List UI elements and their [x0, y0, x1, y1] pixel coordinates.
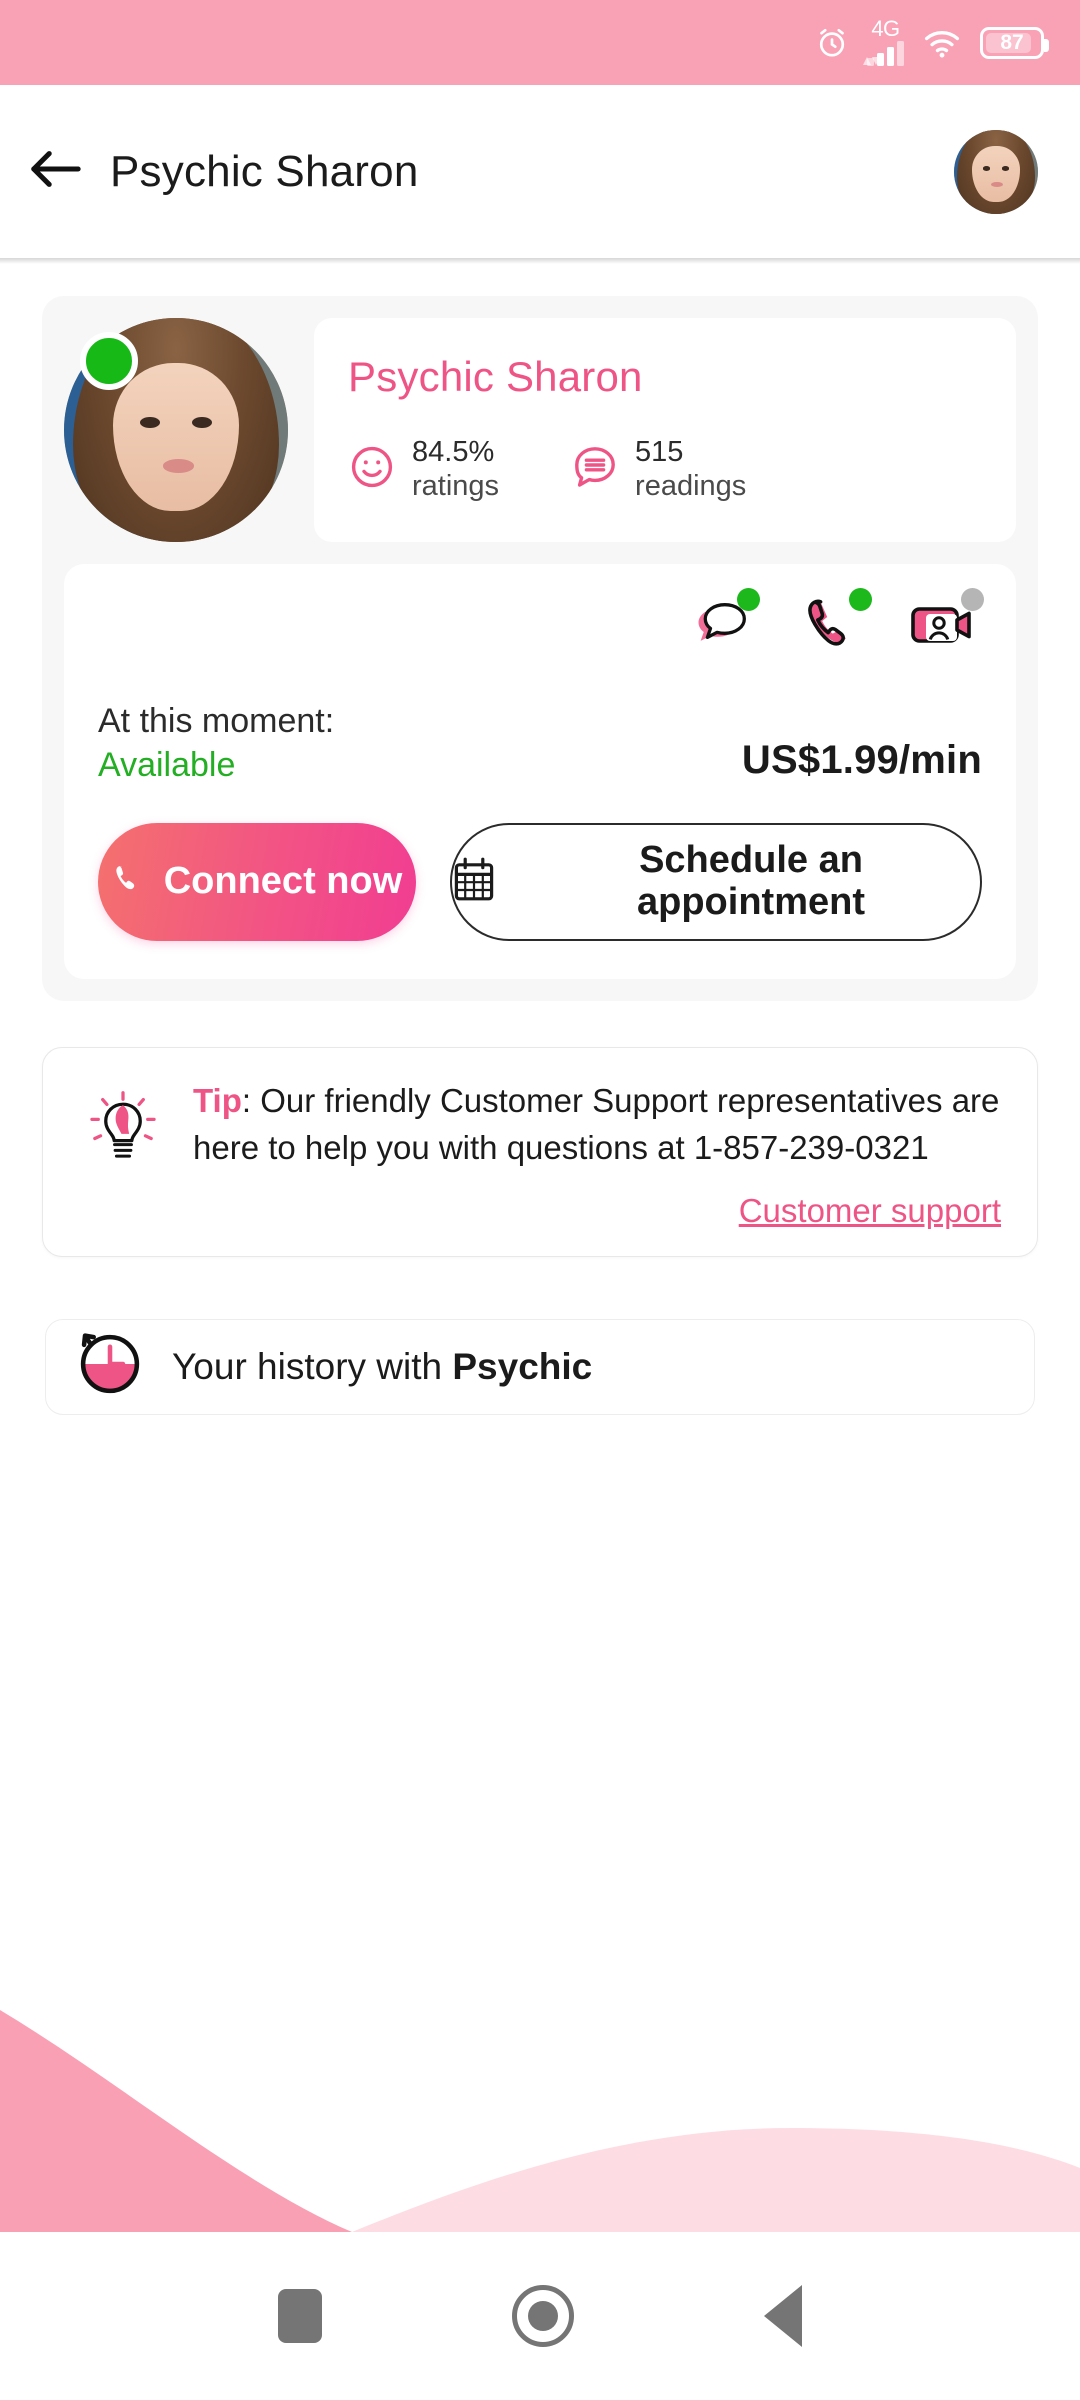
readings-label: readings: [635, 470, 747, 502]
android-nav-bar: [0, 2232, 1080, 2400]
smiley-face-icon: [348, 443, 396, 496]
readings-value: 515: [635, 435, 684, 468]
channel-icons-row: [98, 588, 984, 658]
schedule-appointment-button[interactable]: Schedule an appointment: [450, 823, 982, 942]
battery-level-label: 87: [1000, 31, 1024, 54]
main-content: Psychic Sharon 84.5% ratings 515 reading…: [0, 264, 1080, 1415]
stat-ratings: 84.5% ratings: [348, 435, 499, 503]
decorative-waves: [0, 1932, 1080, 2232]
stats-row: 84.5% ratings 515 readings: [348, 435, 982, 503]
ratings-label: ratings: [412, 470, 500, 502]
tip-text: Tip: Our friendly Customer Support repre…: [193, 1078, 1001, 1172]
alarm-clock-icon: [815, 26, 849, 60]
signal-bars-icon: 4G: [863, 15, 904, 66]
action-buttons-row: Connect now Schedule an appointment: [98, 823, 982, 942]
stat-readings: 515 readings: [571, 435, 746, 503]
square-recents-icon[interactable]: [278, 2289, 322, 2343]
status-bar: 4G 87: [0, 0, 1080, 85]
back-arrow-icon: [28, 147, 82, 196]
app-bar: Psychic Sharon: [0, 85, 1080, 264]
history-title-bold: Psychic: [452, 1345, 593, 1387]
network-type-label: 4G: [871, 15, 900, 41]
connect-now-button[interactable]: Connect now: [98, 823, 416, 942]
channel-phone[interactable]: [792, 588, 872, 658]
price-label: US$1.99/min: [741, 738, 982, 783]
schedule-appointment-label: Schedule an appointment: [637, 839, 865, 924]
tip-body: Tip: Our friendly Customer Support repre…: [193, 1078, 1001, 1230]
wave-dark: [0, 2010, 352, 2232]
customer-support-link[interactable]: Customer support: [193, 1192, 1001, 1230]
status-badge: Available: [98, 745, 236, 784]
clock-history-icon: [74, 1328, 146, 1405]
lightbulb-icon: [79, 1078, 167, 1230]
chat-lines-icon: [571, 443, 619, 496]
channel-chat[interactable]: [680, 588, 760, 658]
online-status-dot: [80, 332, 138, 390]
profile-stats-card: Psychic Sharon 84.5% ratings 515 reading…: [314, 318, 1016, 542]
availability-card: At this moment: Available US$1.99/min Co…: [64, 564, 1016, 980]
moment-label: At this moment:: [98, 702, 335, 740]
back-button[interactable]: [0, 147, 110, 196]
profile-card: Psychic Sharon 84.5% ratings 515 reading…: [42, 296, 1038, 1002]
circle-home-icon[interactable]: [512, 2285, 574, 2347]
availability-status-block: At this moment: Available: [98, 700, 334, 787]
psychic-name: Psychic Sharon: [348, 352, 643, 400]
connect-now-label: Connect now: [163, 860, 403, 903]
page-title: Psychic Sharon: [110, 146, 419, 196]
wifi-icon: [922, 27, 962, 59]
ratings-value: 84.5%: [412, 435, 495, 468]
channel-video[interactable]: [904, 588, 984, 658]
avatar[interactable]: [954, 129, 1038, 214]
history-title: Your history with Psychic: [172, 1346, 592, 1388]
battery-icon: 87: [980, 26, 1049, 59]
tip-message: : Our friendly Customer Support represen…: [193, 1082, 1000, 1166]
availability-row: At this moment: Available US$1.99/min: [98, 700, 982, 787]
channel-phone-status-dot: [849, 588, 872, 611]
psychic-avatar-wrap[interactable]: [64, 318, 288, 542]
wave-light: [352, 2128, 1080, 2232]
profile-header: Psychic Sharon 84.5% ratings 515 reading…: [64, 318, 1016, 542]
calendar-icon: [452, 856, 496, 909]
history-title-prefix: Your history with: [172, 1345, 453, 1387]
tip-prefix: Tip: [193, 1082, 242, 1120]
channel-video-status-dot: [961, 588, 984, 611]
triangle-back-icon[interactable]: [764, 2285, 802, 2347]
tip-card: Tip: Our friendly Customer Support repre…: [42, 1047, 1038, 1257]
app-screen: 4G 87 Psychic Sharon Psychic Sharon 84.5…: [0, 0, 1080, 2400]
history-card[interactable]: Your history with Psychic: [45, 1318, 1035, 1415]
phone-handset-icon: [112, 862, 148, 903]
channel-chat-status-dot: [737, 588, 760, 611]
